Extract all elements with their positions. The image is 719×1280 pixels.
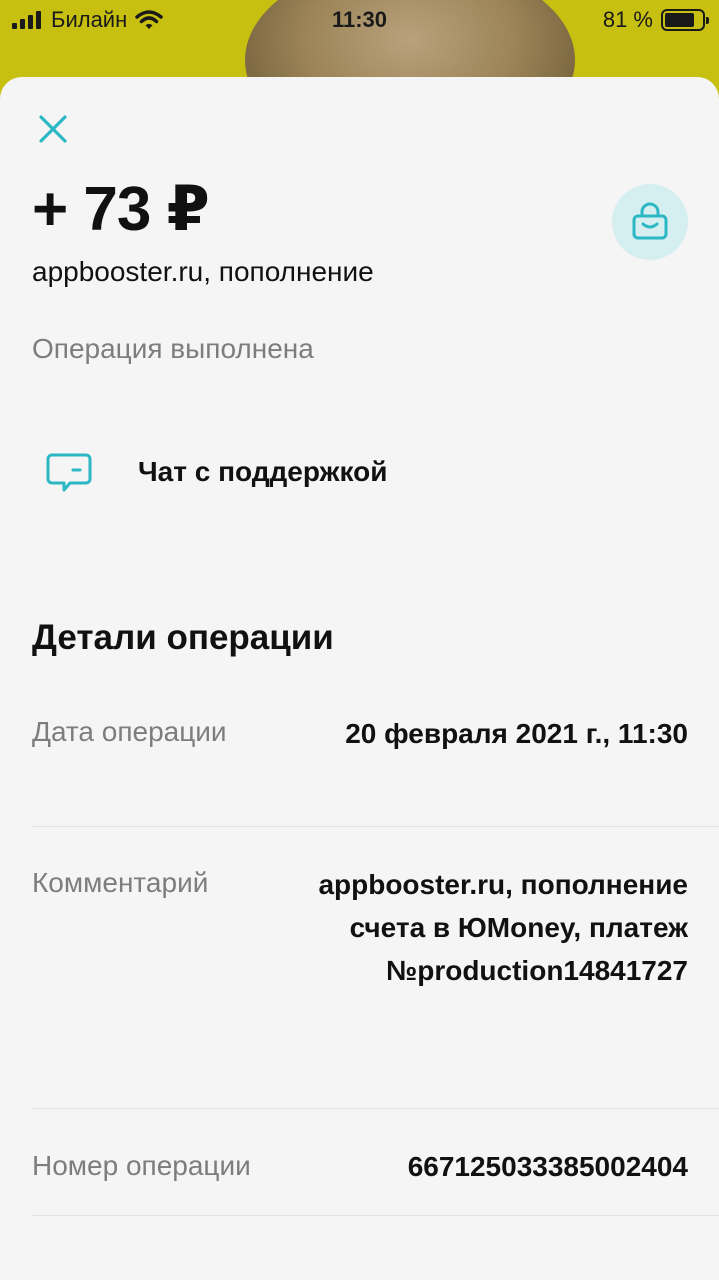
close-icon [39, 115, 67, 143]
merchant-title: appbooster.ru, пополнение [32, 256, 374, 287]
chat-icon [46, 453, 92, 492]
comment-line: appbooster.ru, пополнение [318, 869, 688, 900]
operation-status: Операция выполнена [32, 333, 314, 364]
status-bar: Билайн 11:30 81 % [0, 0, 719, 40]
divider [32, 1215, 719, 1216]
divider [32, 826, 719, 827]
close-button[interactable] [36, 112, 70, 146]
battery-percent: 81 % [602, 7, 653, 32]
divider [32, 1108, 719, 1109]
comment-label: Комментарий [32, 867, 209, 898]
date-label: Дата операции [32, 716, 227, 747]
transaction-amount: + 73 ₽ [32, 175, 210, 244]
comment-value: appbooster.ru, пополнение счета в ЮMoney… [318, 863, 688, 992]
details-title: Детали операции [32, 618, 334, 657]
operation-number-value: 667125033385002404 [407, 1151, 688, 1182]
operation-number-label: Номер операции [32, 1150, 251, 1181]
comment-line: счета в ЮMoney, платеж [349, 912, 688, 943]
status-bar-right: 81 % [602, 7, 709, 33]
comment-line: №production14841727 [386, 955, 688, 986]
category-badge [612, 184, 688, 260]
screen: Билайн 11:30 81 % + 73 ₽ appbooster.ru, … [0, 0, 719, 1280]
battery-icon [661, 9, 709, 31]
date-value: 20 февраля 2021 г., 11:30 [345, 718, 688, 749]
support-chat-button[interactable]: Чат с поддержкой [44, 444, 684, 500]
shopping-bag-icon [632, 202, 668, 240]
support-chat-label: Чат с поддержкой [138, 456, 388, 487]
